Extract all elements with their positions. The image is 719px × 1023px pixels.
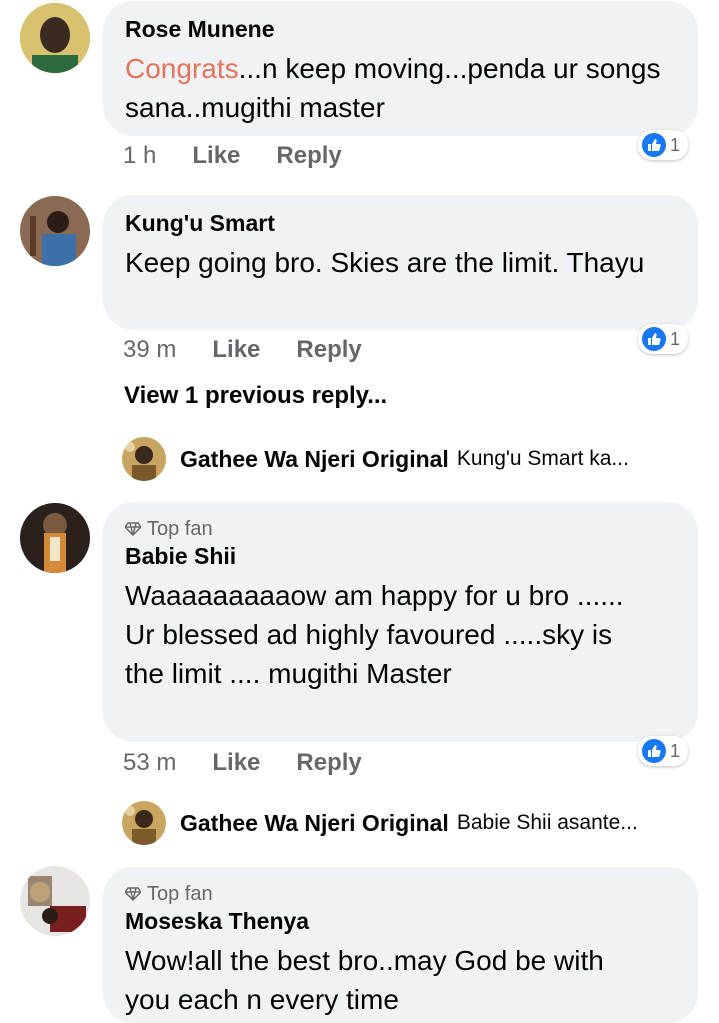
comment-text: Congrats...n keep moving...penda ur song… bbox=[125, 53, 661, 123]
like-button[interactable]: Like bbox=[192, 142, 240, 170]
top-fan-badge[interactable]: Top fan bbox=[125, 881, 676, 907]
avatar-kungu-smart[interactable] bbox=[20, 196, 90, 266]
diamond-icon bbox=[125, 887, 141, 901]
thumbs-up-icon bbox=[642, 739, 666, 763]
avatar-rose-munene[interactable] bbox=[20, 3, 90, 73]
reply-button[interactable]: Reply bbox=[276, 142, 341, 170]
avatar-moseska-thenya[interactable] bbox=[20, 866, 90, 936]
avatar-image bbox=[20, 866, 90, 936]
comment-actions: 39 m Like Reply bbox=[123, 336, 362, 364]
reaction-count[interactable]: 1 bbox=[638, 324, 689, 354]
reply-button[interactable]: Reply bbox=[296, 336, 361, 364]
thumbs-up-icon bbox=[642, 327, 666, 351]
comment-actions: 53 m Like Reply bbox=[123, 749, 362, 777]
comment-text: Waaaaaaaaaow am happy for u bro ...... U… bbox=[125, 580, 624, 689]
comment-actions: 1 h Like Reply bbox=[123, 142, 342, 170]
comment-bubble[interactable]: Top fan Babie Shii Waaaaaaaaaow am happy… bbox=[103, 502, 698, 742]
avatar-gathee-wa-njeri[interactable] bbox=[122, 437, 166, 481]
reaction-number: 1 bbox=[670, 134, 681, 155]
timestamp[interactable]: 1 h bbox=[123, 142, 156, 170]
avatar-image bbox=[20, 503, 90, 573]
like-button[interactable]: Like bbox=[212, 336, 260, 364]
reaction-count[interactable]: 1 bbox=[638, 130, 689, 160]
avatar-image bbox=[20, 3, 90, 73]
reply-preview[interactable]: Gathee Wa Njeri Original Kung'u Smart ka… bbox=[122, 437, 629, 481]
avatar-babie-shii[interactable] bbox=[20, 503, 90, 573]
view-previous-replies-link[interactable]: View 1 previous reply... bbox=[124, 382, 387, 410]
reaction-number: 1 bbox=[670, 740, 681, 761]
reaction-number: 1 bbox=[670, 328, 681, 349]
comment-bubble[interactable]: Kung'u Smart Keep going bro. Skies are t… bbox=[103, 195, 698, 330]
diamond-icon bbox=[125, 522, 141, 536]
reaction-count[interactable]: 1 bbox=[638, 736, 689, 766]
comment-bubble[interactable]: Rose Munene Congrats...n keep moving...p… bbox=[103, 1, 698, 136]
commenter-name[interactable]: Rose Munene bbox=[125, 15, 676, 43]
commenter-name[interactable]: Moseska Thenya bbox=[125, 907, 676, 935]
avatar-gathee-wa-njeri[interactable] bbox=[122, 801, 166, 845]
comment-text: Wow!all the best bro..may God be with yo… bbox=[125, 945, 604, 1015]
timestamp[interactable]: 39 m bbox=[123, 336, 176, 364]
comment-text: Keep going bro. Skies are the limit. Tha… bbox=[125, 247, 645, 278]
timestamp[interactable]: 53 m bbox=[123, 749, 176, 777]
like-button[interactable]: Like bbox=[212, 749, 260, 777]
avatar-image bbox=[122, 801, 166, 845]
commenter-name[interactable]: Kung'u Smart bbox=[125, 209, 676, 237]
thumbs-up-icon bbox=[642, 133, 666, 157]
reply-preview[interactable]: Gathee Wa Njeri Original Babie Shii asan… bbox=[122, 801, 638, 845]
avatar-image bbox=[20, 196, 90, 266]
reply-button[interactable]: Reply bbox=[296, 749, 361, 777]
hashtag-link[interactable]: Congrats bbox=[125, 53, 239, 84]
reply-preview-text: Kung'u Smart ka... bbox=[456, 447, 629, 470]
avatar-image bbox=[122, 437, 166, 481]
reply-author-name[interactable]: Gathee Wa Njeri Original bbox=[180, 446, 449, 473]
comment-bubble[interactable]: Top fan Moseska Thenya Wow!all the best … bbox=[103, 867, 698, 1023]
top-fan-badge[interactable]: Top fan bbox=[125, 516, 676, 542]
reply-author-name[interactable]: Gathee Wa Njeri Original bbox=[180, 810, 449, 837]
reply-preview-text: Babie Shii asante... bbox=[456, 811, 638, 834]
commenter-name[interactable]: Babie Shii bbox=[125, 542, 676, 570]
